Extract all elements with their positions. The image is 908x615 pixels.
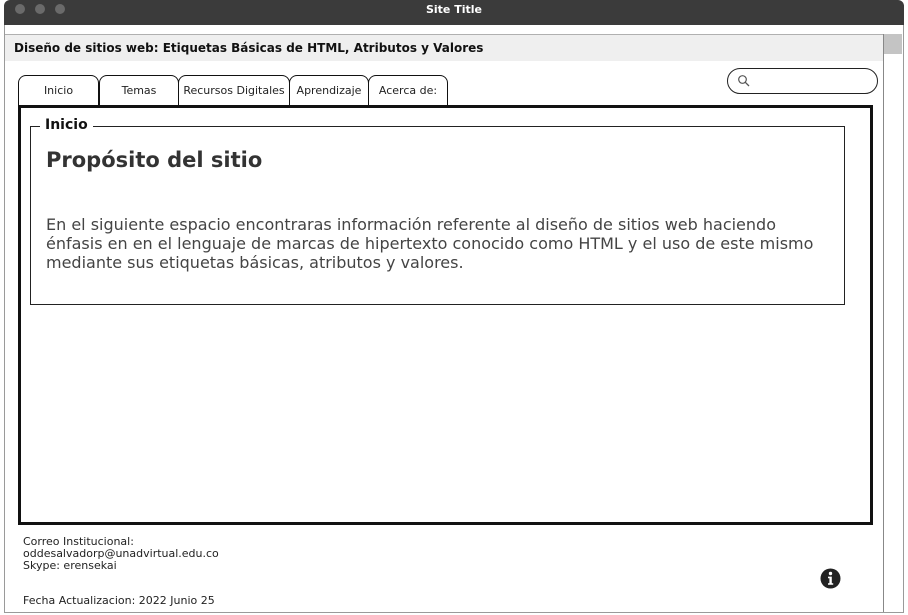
tab-inicio[interactable]: Inicio: [18, 75, 99, 105]
tab-aprendizaje[interactable]: Aprendizaje: [289, 75, 369, 105]
section-legend: Inicio: [40, 117, 93, 133]
tab-acerca-de[interactable]: Acerca de:: [368, 75, 448, 105]
page-heading: Propósito del sitio: [46, 148, 263, 172]
search-box[interactable]: [727, 68, 878, 94]
last-updated: Fecha Actualizacion: 2022 Junio 25: [23, 594, 215, 607]
site-heading: Diseño de sitios web: Etiquetas Básicas …: [14, 41, 484, 55]
footer-contact: Correo Institucional: oddesalvadorp@unad…: [23, 536, 219, 572]
search-icon: [738, 75, 750, 87]
window-title: Site Title: [425, 3, 482, 16]
vertical-scrollbar[interactable]: [883, 34, 902, 612]
site-header: Diseño de sitios web: Etiquetas Básicas …: [5, 34, 883, 61]
scrollbar-thumb[interactable]: [884, 34, 902, 54]
tab-recursos-digitales[interactable]: Recursos Digitales: [178, 75, 290, 105]
intro-paragraph: En el siguiente espacio encontraras info…: [46, 215, 814, 272]
info-icon[interactable]: [820, 568, 841, 589]
search-input[interactable]: [754, 72, 874, 92]
skype-contact: Skype: erensekai: [23, 559, 117, 572]
window-titlebar: Site Title: [4, 0, 904, 25]
tab-temas[interactable]: Temas: [99, 75, 179, 105]
